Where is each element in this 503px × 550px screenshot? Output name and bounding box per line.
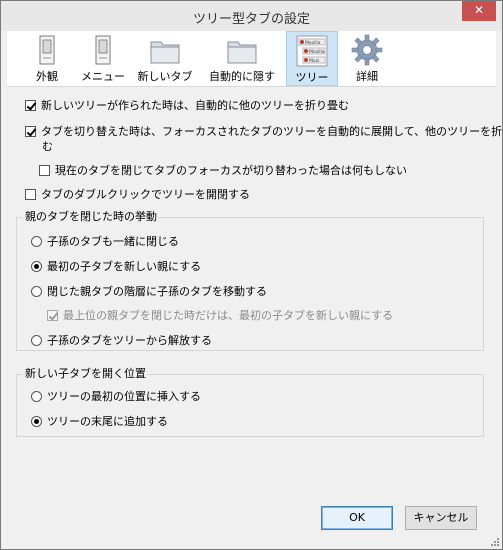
release-children-option[interactable]: 子孫のタブをツリーから解放する xyxy=(31,333,212,349)
append-last-radio[interactable] xyxy=(31,416,42,427)
tab-advanced[interactable]: 詳細 xyxy=(341,31,393,86)
cancel-button[interactable]: キャンセル xyxy=(405,506,477,530)
new-child-position-group-title: 新しい子タブを開く位置 xyxy=(23,367,148,381)
first-child-new-parent-option[interactable]: 最初の子タブを新しい親にする xyxy=(31,259,201,275)
parent-close-group-title: 親のタブを閉じた時の挙動 xyxy=(23,210,159,224)
title-bar: ツリー型タブの設定 ✕ xyxy=(1,1,502,31)
tab-tree[interactable]: Mozilla Mozilla Mozi ツリー xyxy=(286,31,338,86)
option-label: タブのダブルクリックでツリーを開閉する xyxy=(41,188,250,201)
collapse-on-new-tree-option[interactable]: 新しいツリーが作られた時は、自動的に他のツリーを折り畳む xyxy=(25,98,349,114)
tab-label: ツリー xyxy=(295,71,329,84)
option-label: 閉じた親タブの階層に子孫のタブを移動する xyxy=(47,285,267,298)
first-child-new-parent-radio[interactable] xyxy=(31,261,42,272)
insert-first-radio[interactable] xyxy=(31,391,42,402)
do-nothing-on-close-checkbox[interactable] xyxy=(39,165,50,176)
option-label: ツリーの最初の位置に挿入する xyxy=(47,390,201,403)
tab-label: メニュー xyxy=(81,70,125,83)
do-nothing-on-close-option[interactable]: 現在のタブを閉じてタブのフォーカスが切り替わった場合は何もしない xyxy=(39,163,407,179)
dblclick-toggle-option[interactable]: タブのダブルクリックでツリーを開閉する xyxy=(25,187,250,203)
root-only-first-child-option: 最上位の親タブを閉じた時だけは、最初の子タブを新しい親にする xyxy=(47,308,393,324)
dblclick-toggle-checkbox[interactable] xyxy=(25,189,36,200)
option-label: 現在のタブを閉じてタブのフォーカスが切り替わった場合は何もしない xyxy=(55,164,407,177)
tab-label: 詳細 xyxy=(356,70,378,83)
expand-on-focus-label-cont: む xyxy=(42,140,53,153)
promote-children-radio[interactable] xyxy=(31,286,42,297)
switch-icon xyxy=(39,35,55,65)
tree-icon-text: Mozi xyxy=(309,58,319,64)
promote-children-option[interactable]: 閉じた親タブの階層に子孫のタブを移動する xyxy=(31,284,267,300)
settings-dialog: ツリー型タブの設定 ✕ 外観 メニュー 新しいタブ 自動的に隠す Mozilla… xyxy=(0,0,503,550)
tab-label: 外観 xyxy=(36,70,58,83)
release-children-radio[interactable] xyxy=(31,335,42,346)
option-label: 新しいツリーが作られた時は、自動的に他のツリーを折り畳む xyxy=(41,99,349,112)
tree-tabs-icon: Mozilla Mozilla Mozi xyxy=(296,35,328,67)
tab-label: 新しいタブ xyxy=(137,70,193,83)
ok-button[interactable]: OK xyxy=(321,506,393,530)
gear-icon xyxy=(351,34,383,66)
close-children-option[interactable]: 子孫のタブも一緒に閉じる xyxy=(31,234,179,250)
tree-icon-text: Mozilla xyxy=(305,40,321,46)
option-label: 最上位の親タブを閉じた時だけは、最初の子タブを新しい親にする xyxy=(63,309,394,322)
insert-first-option[interactable]: ツリーの最初の位置に挿入する xyxy=(31,389,201,405)
option-label: タブを切り替えた時は、フォーカスされたタブのツリーを自動的に展開して、他のツリー… xyxy=(41,125,503,138)
folder-icon xyxy=(227,41,257,64)
close-button[interactable]: ✕ xyxy=(462,1,496,21)
root-only-first-child-checkbox xyxy=(47,310,58,321)
tab-label: 自動的に隠す xyxy=(209,70,275,83)
expand-on-focus-option[interactable]: タブを切り替えた時は、フォーカスされたタブのツリーを自動的に展開して、他のツリー… xyxy=(25,124,503,140)
option-label: 最初の子タブを新しい親にする xyxy=(47,260,202,273)
tab-appearance[interactable]: 外観 xyxy=(17,31,77,86)
tab-menu[interactable]: メニュー xyxy=(73,31,133,86)
category-toolbar: 外観 メニュー 新しいタブ 自動的に隠す Mozilla Mozilla Moz… xyxy=(7,31,496,87)
window-title: ツリー型タブの設定 xyxy=(192,12,310,27)
switch-icon xyxy=(95,35,111,65)
collapse-on-new-tree-checkbox[interactable] xyxy=(25,100,36,111)
tree-icon-text: Mozilla xyxy=(309,49,325,55)
option-label: 子孫のタブをツリーから解放する xyxy=(47,334,212,347)
tree-settings-panel: 新しいツリーが作られた時は、自動的に他のツリーを折り畳む タブを切り替えた時は、… xyxy=(7,87,503,542)
append-last-option[interactable]: ツリーの末尾に追加する xyxy=(31,414,168,430)
close-children-radio[interactable] xyxy=(31,236,42,247)
option-label: ツリーの末尾に追加する xyxy=(47,415,168,428)
tab-auto-hide[interactable]: 自動的に隠す xyxy=(203,31,281,86)
option-label: 子孫のタブも一緒に閉じる xyxy=(47,235,179,248)
tab-new-tab[interactable]: 新しいタブ xyxy=(133,31,197,86)
folder-icon xyxy=(150,41,180,64)
resize-grip-icon[interactable] xyxy=(490,537,500,547)
expand-on-focus-checkbox[interactable] xyxy=(25,126,36,137)
